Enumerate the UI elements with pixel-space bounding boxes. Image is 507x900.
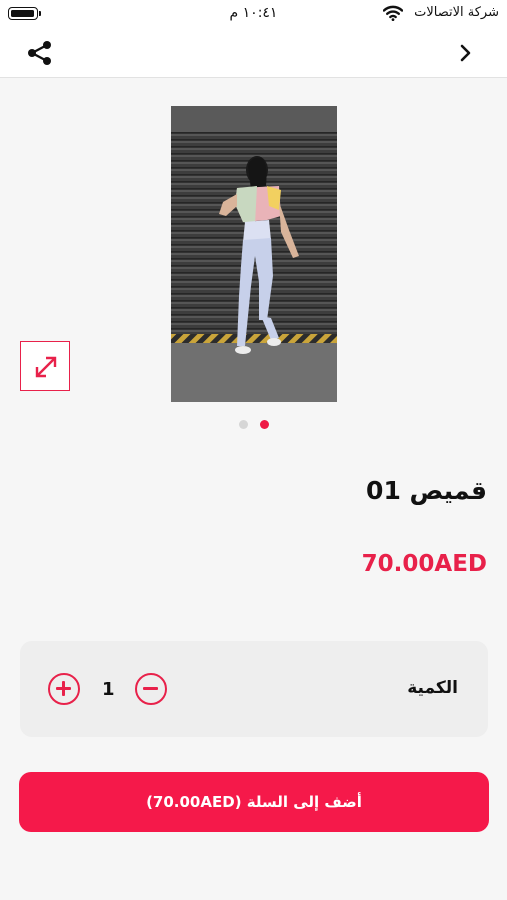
product-name: قميص 01 bbox=[366, 476, 487, 505]
gallery-dot-2[interactable] bbox=[260, 420, 269, 429]
minus-circle-icon[interactable] bbox=[135, 673, 167, 705]
status-bar: ١٠:٤١ م شركة الاتصالات bbox=[0, 0, 507, 28]
expand-image-button[interactable] bbox=[20, 341, 70, 391]
wifi-icon bbox=[383, 5, 403, 21]
share-icon[interactable] bbox=[26, 40, 54, 66]
quantity-value: 1 bbox=[102, 679, 115, 700]
product-price: 70.00AED bbox=[361, 551, 487, 577]
quantity-label: الكمية bbox=[407, 678, 458, 698]
chevron-right-icon[interactable] bbox=[459, 42, 473, 64]
nav-bar bbox=[0, 28, 507, 78]
gallery-dot-1[interactable] bbox=[239, 420, 248, 429]
product-image[interactable] bbox=[171, 106, 337, 402]
quantity-card: 1 الكمية bbox=[20, 641, 488, 737]
add-to-cart-button[interactable]: أضف إلى السلة (70.00AED) bbox=[19, 772, 489, 832]
expand-icon bbox=[35, 356, 57, 378]
carrier-name: شركة الاتصالات bbox=[414, 5, 499, 20]
model-photo bbox=[171, 106, 337, 402]
plus-circle-icon[interactable] bbox=[48, 673, 80, 705]
